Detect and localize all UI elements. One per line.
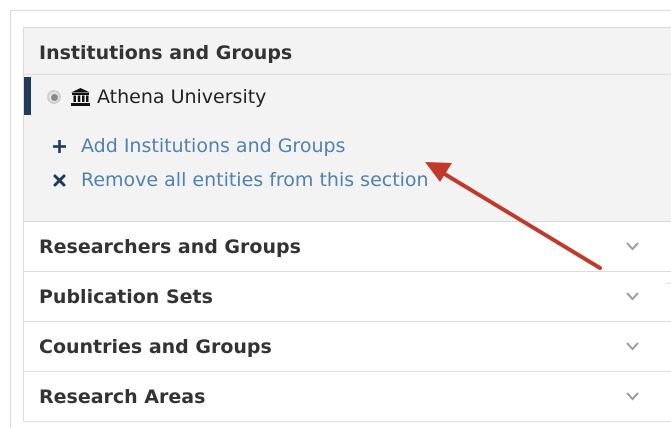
edge-divider	[666, 283, 671, 300]
entity-selected-bar	[24, 77, 31, 115]
section-researchers-label: Researchers and Groups	[39, 235, 301, 258]
radio-dot	[50, 93, 58, 101]
entity-label: Athena University	[97, 86, 267, 108]
remove-action-row[interactable]: Remove all entities from this section	[24, 163, 671, 197]
institutions-section: Institutions and Groups Athena Universit…	[23, 27, 671, 222]
chevron-down-icon[interactable]	[626, 342, 639, 351]
chevron-down-icon[interactable]	[626, 242, 639, 251]
section-countries[interactable]: Countries and Groups	[23, 322, 671, 372]
chevron-down-icon[interactable]	[626, 392, 639, 401]
x-icon	[53, 174, 66, 186]
chevron-down-icon[interactable]	[626, 292, 639, 301]
filter-panel: Institutions and Groups Athena Universit…	[23, 27, 671, 422]
entity-row-athena[interactable]: Athena University	[24, 75, 671, 119]
section-research-areas[interactable]: Research Areas	[23, 372, 671, 422]
institutions-section-header[interactable]: Institutions and Groups	[24, 28, 671, 75]
section-publication-sets-label: Publication Sets	[39, 285, 213, 308]
section-publication-sets[interactable]: Publication Sets	[23, 272, 671, 322]
section-countries-label: Countries and Groups	[39, 335, 272, 358]
institution-icon	[71, 88, 90, 106]
section-research-areas-label: Research Areas	[39, 385, 206, 408]
section-researchers[interactable]: Researchers and Groups	[23, 222, 671, 272]
remove-all-link[interactable]: Remove all entities from this section	[81, 169, 429, 191]
page: Institutions and Groups Athena Universit…	[0, 0, 671, 428]
entity-radio[interactable]	[47, 90, 61, 104]
add-institutions-link[interactable]: Add Institutions and Groups	[81, 135, 345, 157]
add-action-row[interactable]: Add Institutions and Groups	[24, 129, 671, 163]
plus-icon	[53, 139, 66, 153]
institutions-section-title: Institutions and Groups	[39, 42, 293, 64]
